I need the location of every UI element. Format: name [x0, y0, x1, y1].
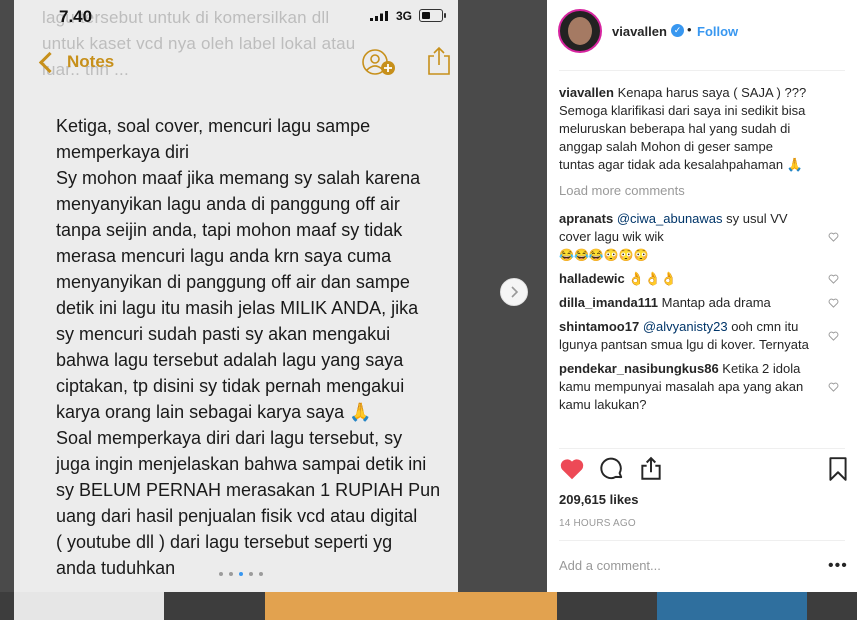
ghost-text-line: untuk kaset vcd nya oleh label lokal ata… [42, 34, 356, 53]
add-comment-input[interactable]: Add a comment... [559, 558, 661, 573]
divider [559, 448, 845, 449]
notes-back-button: Notes [38, 51, 115, 73]
network-type: 3G [396, 9, 413, 23]
note-line: sy mencuri sudah pasti sy akan mengakui [56, 324, 391, 344]
comment-text: Mantap ada drama [661, 295, 771, 310]
comment-item: pendekar_nasibungkus86 Ketika 2 idola ka… [559, 360, 839, 414]
share-icon[interactable] [638, 456, 664, 482]
likes-count[interactable]: 209,615 likes [559, 492, 639, 507]
load-more-comments-button[interactable]: Load more comments [559, 182, 839, 200]
note-line: memperkaya diri [56, 142, 190, 162]
note-line: Ketiga, soal cover, mencuri lagu sampe [56, 116, 371, 136]
note-line: uang dari hasil penjualan fisik vcd atau… [56, 506, 418, 526]
note-line: menyanyikan di panggung off air dan samp… [56, 272, 410, 292]
note-line: anda tuduhkan [56, 558, 176, 578]
note-line: karya orang lain sebagai karya saya 🙏 [56, 402, 372, 422]
note-line: juga ingin menjelaskan bahwa sampai deti… [56, 454, 427, 474]
comment-username[interactable]: pendekar_nasibungkus86 [559, 361, 719, 376]
comment-mention[interactable]: @ciwa_abunawas [617, 211, 723, 226]
comment-like-icon[interactable] [828, 232, 839, 243]
comment-username[interactable]: apranats [559, 211, 613, 226]
bookmark-icon[interactable] [825, 456, 851, 482]
note-line: sy BELUM PERNAH merasakan 1 RUPIAH Pun [56, 480, 441, 500]
heart-icon[interactable] [559, 456, 585, 482]
note-line: merasa mencuri lagu anda krn saya cuma [56, 246, 392, 266]
caption: viavallen Kenapa harus saya ( SAJA ) ???… [559, 84, 839, 174]
comment-username[interactable]: dilla_imanda111 [559, 295, 658, 310]
notes-back-label: Notes [67, 52, 115, 71]
chevron-left-icon [38, 51, 61, 73]
avatar[interactable] [558, 9, 602, 53]
background-thumbnail [14, 592, 164, 620]
background-thumbnail [657, 592, 807, 620]
note-line: menyanyikan lagu anda di panggung off ai… [56, 194, 400, 214]
carousel-dot [219, 572, 223, 576]
comment-item: halladewic 👌👌👌 [559, 270, 839, 288]
header-separator: • [687, 22, 692, 37]
comment-like-icon[interactable] [828, 382, 839, 393]
header-username[interactable]: viavallen [612, 24, 667, 39]
note-line: tanpa seijin anda, tapi mohon maaf sy ti… [56, 220, 403, 240]
note-line: bahwa lagu tersebut adalah lagu yang say… [56, 350, 404, 370]
more-options-button[interactable]: ••• [828, 557, 848, 575]
note-line: ( youtube dll ) dari lagu tersebut seper… [56, 532, 393, 552]
comment-emojis: 😂😂😂😳😳😳 [559, 248, 649, 262]
carousel-dot [229, 572, 233, 576]
comment-like-icon[interactable] [828, 298, 839, 309]
post-actions [559, 456, 849, 484]
comment-username[interactable]: shintamoo17 [559, 319, 639, 334]
comment-username[interactable]: halladewic [559, 271, 625, 286]
caption-username[interactable]: viavallen [559, 85, 614, 100]
background-thumbnail [265, 592, 557, 620]
verified-badge-icon: ✓ [671, 24, 684, 37]
carousel-next-button[interactable] [500, 278, 528, 306]
signal-icon [370, 11, 388, 21]
note-line: detik ini lagu itu masih jelas MILIK AND… [56, 298, 419, 318]
post-time[interactable]: 14 HOURS AGO [559, 518, 636, 529]
post-sidebar: viavallen ✓ • Follow viavallen Kenapa ha… [547, 0, 857, 592]
comment-mention[interactable]: @alvyanisty23 [643, 319, 728, 334]
battery-icon [419, 9, 446, 22]
comment-item: apranats @ciwa_abunawas sy usul VV cover… [559, 210, 839, 264]
comment-icon[interactable] [599, 456, 625, 482]
divider [559, 70, 845, 71]
comment-item: dilla_imanda111 Mantap ada drama [559, 294, 839, 312]
comments-list: viavallen Kenapa harus saya ( SAJA ) ???… [559, 84, 839, 420]
carousel-dot [259, 572, 263, 576]
share-ios-icon [428, 46, 450, 75]
follow-button[interactable]: Follow [697, 24, 738, 39]
carousel-dots [219, 572, 263, 576]
note-line: Soal memperkaya diri dari lagu tersebut,… [56, 428, 403, 448]
comment-text: 👌👌👌 [628, 271, 677, 286]
status-time: 7.40 [59, 7, 93, 26]
divider [559, 540, 845, 541]
post-header: viavallen ✓ • Follow [547, 0, 857, 70]
carousel-dot-active [239, 572, 243, 576]
carousel-dot [249, 572, 253, 576]
note-line: ciptakan, tp disini sy tidak pernah meng… [56, 376, 405, 396]
note-body: Ketiga, soal cover, mencuri lagu sampe m… [56, 113, 446, 581]
comment-item: shintamoo17 @alvyanisty23 ooh cmn itu lg… [559, 318, 839, 354]
chevron-right-icon [511, 286, 519, 298]
comment-like-icon[interactable] [828, 331, 839, 342]
comment-like-icon[interactable] [828, 274, 839, 285]
note-line: Sy mohon maaf jika memang sy salah karen… [56, 168, 421, 188]
add-person-icon [362, 49, 395, 75]
post-image[interactable]: lagu tersebut untuk di komersilkan dll u… [14, 0, 458, 592]
